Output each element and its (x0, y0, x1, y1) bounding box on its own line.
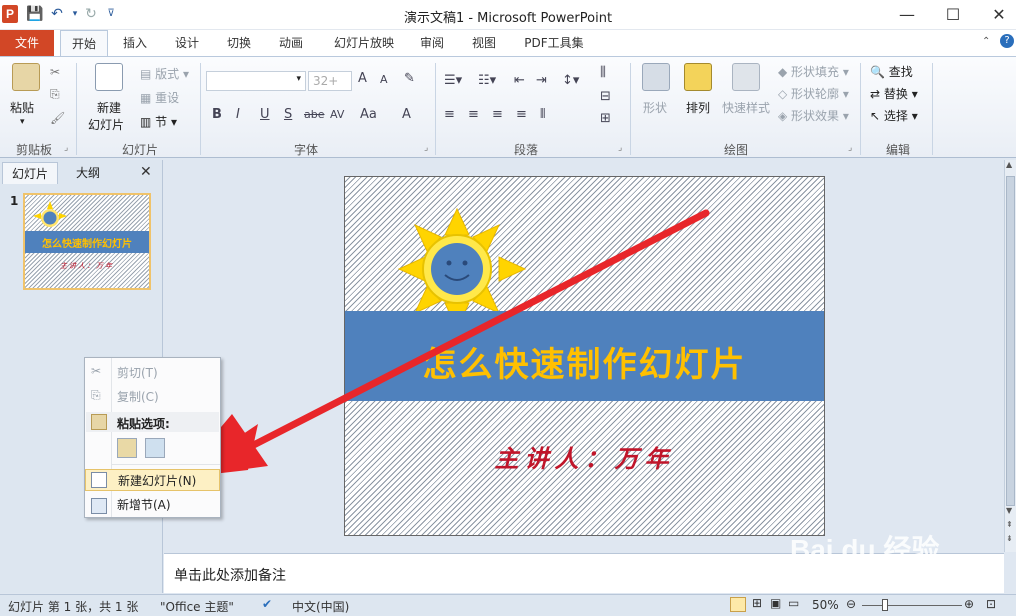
baidu-watermark-url: jingyan.baidu.com (818, 572, 915, 586)
theme-status[interactable]: "Office 主题" (160, 598, 234, 615)
zoom-out-icon[interactable]: ⊖ (846, 597, 856, 611)
context-menu: ✂ 剪切(T) ⎘ 复制(C) 粘贴选项: 新建幻灯片(N) 新增节(A) (84, 357, 221, 518)
paste-options-header: 粘贴选项: (117, 417, 170, 431)
reading-view-icon[interactable]: ▣ (770, 596, 781, 610)
paste-keep-formatting-icon[interactable] (117, 438, 137, 458)
menu-item-new-section[interactable]: 新增节(A) (85, 494, 220, 516)
fit-to-window-icon[interactable]: ⊡ (986, 597, 996, 611)
spellcheck-icon[interactable]: ✔ (262, 597, 272, 611)
zoom-in-icon[interactable]: ⊕ (964, 597, 974, 611)
slideshow-icon[interactable]: ▭ (788, 596, 799, 610)
baidu-watermark: Bai du 经验 (790, 534, 940, 565)
slide-sorter-icon[interactable]: ⊞ (752, 596, 762, 610)
slide-count-status: 幻灯片 第 1 张，共 1 张 (8, 600, 139, 614)
normal-view-icon[interactable] (730, 597, 746, 612)
status-bar: 幻灯片 第 1 张，共 1 张 "Office 主题" ✔ 中文(中国) ⊞ ▣… (0, 594, 1016, 616)
language-status[interactable]: 中文(中国) (292, 598, 349, 615)
zoom-slider-thumb[interactable] (882, 599, 888, 611)
zoom-slider-track[interactable] (862, 605, 962, 606)
menu-item-copy[interactable]: 复制(C) (85, 386, 220, 408)
new-slide-icon (91, 472, 107, 488)
paste-icon (91, 414, 107, 430)
red-arrow-annotation (178, 209, 710, 478)
menu-divider (111, 464, 220, 465)
menu-item-cut[interactable]: 剪切(T) (85, 362, 220, 384)
zoom-level[interactable]: 50% (812, 598, 839, 612)
paste-picture-icon[interactable] (145, 438, 165, 458)
